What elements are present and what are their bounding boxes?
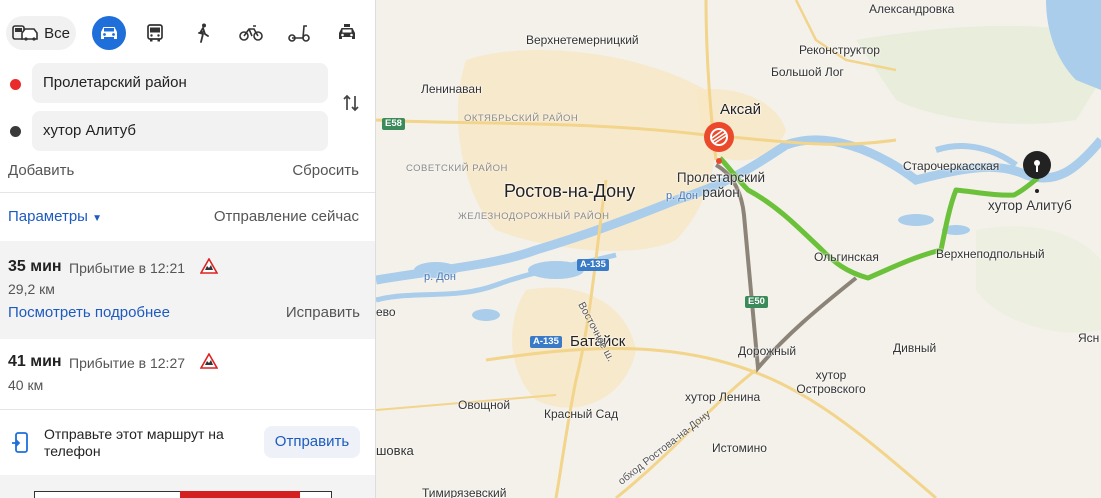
mode-bike-button[interactable] [234, 16, 268, 50]
map-label: Ясн [1078, 331, 1100, 345]
map-label: Ольгинская [814, 250, 879, 264]
map-label: Тимирязевский [422, 486, 507, 498]
map-label: Верхнетемерницкий [526, 33, 639, 47]
transport-mode-bar: Все [6, 14, 366, 52]
end-point-dot [10, 126, 21, 137]
route-option-1[interactable]: 35 мин Прибытие в 12:21 29,2 км Посмотре… [0, 241, 375, 339]
map-label: Старочеркасская [903, 159, 1000, 173]
route-option-2[interactable]: 41 мин Прибытие в 12:27 40 км [0, 339, 375, 409]
map-label: Александровка [869, 2, 955, 16]
map-label: Реконструктор [799, 43, 880, 57]
map-label: Большой Лог [771, 65, 844, 79]
stop-marker-icon [704, 122, 734, 164]
pin-marker-icon [1023, 151, 1051, 193]
map-label: Верхнеподпольный [936, 247, 1045, 261]
road-shield: E58 [382, 118, 405, 130]
taxi-icon [339, 24, 355, 39]
road-hazard-icon [199, 257, 219, 279]
ad-banner-accent [180, 491, 300, 498]
route-to-input[interactable]: хутор Алитуб [32, 111, 328, 151]
district-label: ЖЕЛЕЗНОДОРОЖНЫЙ РАЙОН [458, 211, 610, 222]
map-label: Дорожный [738, 344, 797, 358]
road-hazard-icon [199, 352, 219, 374]
route-distance: 29,2 км [8, 281, 55, 297]
map-label: Истомино [712, 441, 767, 455]
map-label: хутор Алитуб [988, 198, 1072, 213]
bike-icon [239, 25, 263, 41]
route-duration: 41 мин [8, 353, 62, 370]
map-label: хутор Островского [796, 368, 866, 396]
mode-taxi-button[interactable] [330, 16, 364, 50]
phone-icon [11, 432, 29, 459]
route-distance: 40 км [8, 377, 44, 393]
mode-car-button[interactable] [92, 16, 126, 50]
divider [0, 192, 375, 193]
district-label: ОКТЯБРЬСКИЙ РАЙОН [464, 113, 579, 124]
district-label: СОВЕТСКИЙ РАЙОН [406, 163, 508, 174]
road-shield: A-135 [530, 336, 562, 348]
reset-button[interactable]: Сбросить [292, 162, 359, 179]
car-icon [101, 27, 117, 39]
swap-points-button[interactable] [342, 93, 360, 118]
mode-all-label: Все [44, 24, 70, 42]
river-label: р. Дон [666, 190, 698, 202]
start-point-dot [10, 79, 21, 90]
map-label: Дивный [893, 341, 937, 355]
car-bus-icon [12, 25, 38, 41]
map-view[interactable]: Александровка Верхнетемерницкий Реконстр… [376, 0, 1101, 498]
mode-bus-button[interactable] [138, 16, 172, 50]
send-button[interactable]: Отправить [264, 426, 360, 458]
swap-icon [343, 94, 359, 112]
route-sidebar: Все Пролетарский район хутор Алитуб Доба… [0, 0, 376, 498]
bus-icon [147, 24, 163, 42]
add-point-button[interactable]: Добавить [8, 162, 74, 179]
departure-time[interactable]: Отправление сейчас [214, 208, 359, 225]
walk-icon [198, 23, 209, 43]
map-label: ево [376, 305, 396, 319]
road-shield: E50 [745, 296, 768, 308]
map-label: Овощной [458, 398, 511, 412]
params-dropdown[interactable]: Параметры ▼ [8, 208, 102, 225]
mode-all-button[interactable]: Все [6, 16, 76, 50]
send-to-phone-text: Отправьте этот маршрут на телефон [44, 426, 224, 459]
chevron-down-icon: ▼ [92, 213, 103, 224]
route-arrival: Прибытие в 12:21 [69, 260, 186, 276]
send-to-phone-panel: Отправьте этот маршрут на телефон Отправ… [0, 409, 375, 475]
mode-walk-button[interactable] [186, 16, 220, 50]
route-details-link[interactable]: Посмотреть подробнее [8, 304, 170, 321]
map-label: Ленинаван [421, 82, 482, 96]
mode-scooter-button[interactable] [282, 16, 316, 50]
river-label: р. Дон [424, 271, 456, 283]
map-label: Аксай [720, 101, 761, 118]
map-city-label: Ростов-на-Дону [504, 181, 636, 201]
route-fix-link[interactable]: Исправить [286, 304, 360, 321]
route-arrival: Прибытие в 12:27 [69, 355, 186, 371]
route-from-input[interactable]: Пролетарский район [32, 63, 328, 103]
params-label: Параметры [8, 208, 88, 225]
route-duration: 35 мин [8, 258, 62, 275]
map-label: Красный Сад [544, 407, 619, 421]
road-shield: A-135 [577, 259, 609, 271]
map-label: шовка [376, 443, 414, 458]
scooter-icon [288, 25, 310, 42]
map-label: хутор Ленина [685, 390, 761, 404]
